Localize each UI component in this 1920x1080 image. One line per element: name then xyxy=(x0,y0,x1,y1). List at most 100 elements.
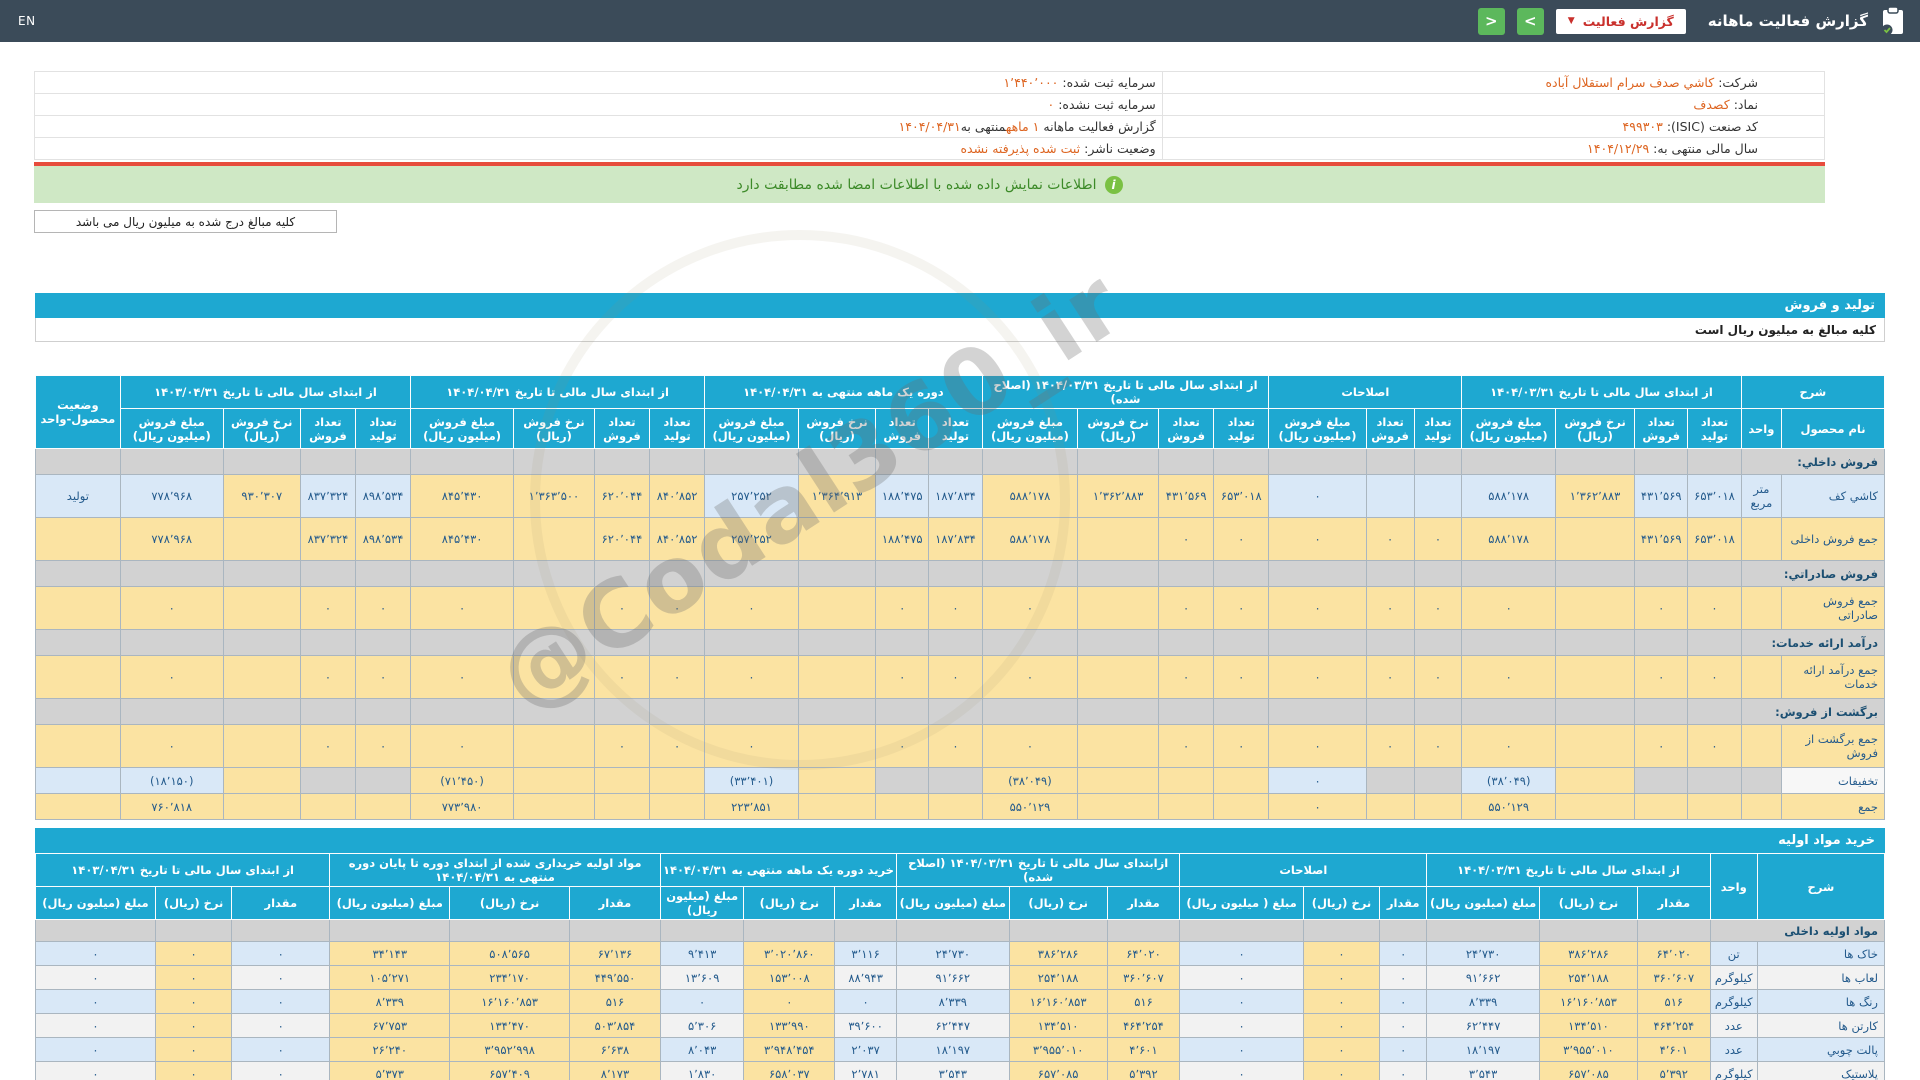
empty-cell xyxy=(1379,919,1428,942)
empty-cell xyxy=(1365,448,1415,475)
column-header: تعداد تولید xyxy=(649,408,706,449)
empty-cell xyxy=(704,448,799,475)
next-report-button[interactable]: > xyxy=(1516,7,1544,35)
company-label: شرکت: xyxy=(1718,75,1758,90)
empty-cell xyxy=(1634,448,1689,475)
empty-cell xyxy=(1365,698,1415,725)
section-header-production-sales: تولید و فروش xyxy=(35,293,1885,318)
value-cell xyxy=(222,655,301,699)
value-cell: ۱۰۵٬۲۷۱ xyxy=(329,965,451,990)
value-cell: ۷۷۸٬۹۶۸ xyxy=(119,474,224,518)
empty-cell xyxy=(1687,629,1742,656)
empty-cell xyxy=(834,919,897,942)
value-cell xyxy=(1634,767,1689,794)
amounts-note-text: کلیه مبالغ به میلیون ریال است xyxy=(1694,322,1876,337)
value-cell: ۵۱۶ xyxy=(1106,989,1181,1014)
value-cell: ۱۸٬۱۹۷ xyxy=(1426,1037,1540,1062)
unregistered-capital-label: سرمایه ثبت نشده: xyxy=(1058,97,1156,112)
value-cell: ۰ xyxy=(154,989,233,1014)
empty-cell xyxy=(797,560,877,587)
column-group-header: از ابتدای سال مالی تا تاریخ ۱۴۰۳/۰۴/۳۱ xyxy=(119,375,412,409)
value-cell: ۰ xyxy=(35,1037,156,1062)
column-group-header: اصلاحات xyxy=(1268,375,1463,409)
table-row: برگشت از فروش: xyxy=(35,698,1886,725)
value-cell: ۰ xyxy=(1302,989,1381,1014)
value-cell: ۰ xyxy=(154,941,233,966)
value-cell: ۰ xyxy=(1365,724,1415,768)
value-cell: ۵۸۸٬۱۷۸ xyxy=(981,517,1079,561)
empty-cell xyxy=(222,448,301,475)
empty-cell xyxy=(1634,629,1689,656)
column-header: نرخ (ریال) xyxy=(449,886,571,920)
value-cell: ۰ xyxy=(35,1013,156,1038)
empty-cell xyxy=(1106,919,1181,942)
info-icon: i xyxy=(1104,175,1123,194)
value-cell: ۶۵۳٬۰۱۸ xyxy=(1213,474,1270,518)
table-row: درآمد ارائه خدمات: xyxy=(35,629,1886,656)
column-group-header: از ابتدای سال مالی تا تاریخ ۱۴۰۴/۰۴/۳۱ xyxy=(410,375,706,409)
empty-cell xyxy=(513,448,595,475)
value-cell: ۳٬۵۴۳ xyxy=(1426,1061,1540,1080)
value-cell: ۰ xyxy=(704,586,799,630)
value-cell xyxy=(1413,767,1463,794)
amounts-unit-button[interactable]: کلیه مبالغ درج شده به میلیون ریال می باش… xyxy=(34,210,337,233)
value-cell: ۴٬۶۰۱ xyxy=(1637,1037,1711,1062)
empty-cell xyxy=(1461,698,1557,725)
column-group-header: واحد xyxy=(1709,853,1758,920)
column-header: تعداد فروش xyxy=(299,408,356,449)
section-row-label: برگشت از فروش: xyxy=(1740,698,1886,725)
report-type-dropdown[interactable]: گزارش فعالیت ▼ xyxy=(1555,8,1686,34)
value-cell: ۱٬۳۶۳٬۵۰۰ xyxy=(513,474,595,518)
empty-cell xyxy=(1077,560,1160,587)
column-header: نرخ (ریال) xyxy=(743,886,836,920)
value-cell xyxy=(1077,655,1160,699)
isic-value: ۴۹۹۳۰۳ xyxy=(1622,119,1663,134)
value-cell xyxy=(1555,724,1636,768)
value-cell: ۳۸۶٬۲۸۶ xyxy=(1538,941,1639,966)
empty-cell xyxy=(1365,560,1415,587)
value-cell: ۴۳۱٬۵۶۹ xyxy=(1634,517,1689,561)
empty-cell xyxy=(354,560,412,587)
column-header: مقدار xyxy=(1379,886,1428,920)
empty-cell xyxy=(1461,560,1557,587)
value-cell xyxy=(928,767,983,794)
value-cell: ۰ xyxy=(1179,965,1304,990)
prev-report-button[interactable]: < xyxy=(1477,7,1505,35)
value-cell: ۶۵۸٬۰۳۷ xyxy=(743,1061,836,1080)
table-row: کد صنعت (ISIC): ۴۹۹۳۰۳ گزارش فعالیت ماها… xyxy=(34,115,1826,138)
value-cell xyxy=(1158,767,1215,794)
value-cell: ۲۳۴٬۱۷۰ xyxy=(449,965,571,990)
value-cell: ۳٬۹۵۵٬۰۱۰ xyxy=(1008,1037,1108,1062)
status-cell xyxy=(35,517,121,561)
empty-cell xyxy=(1158,560,1215,587)
value-cell: ۱۵۳٬۰۰۸ xyxy=(743,965,836,990)
empty-cell xyxy=(354,448,412,475)
value-cell: ۰ xyxy=(1379,941,1428,966)
company-value: کاشي صدف سرام استقلال آباده xyxy=(1545,75,1715,90)
report-period-duration: ۱ ماهه xyxy=(1005,119,1040,134)
value-cell: ۲۴٬۷۳۰ xyxy=(895,941,1010,966)
empty-cell xyxy=(593,629,651,656)
column-header: نرخ فروش (ریال) xyxy=(797,408,877,449)
value-cell: ۳۶۰٬۶۰۷ xyxy=(1106,965,1181,990)
empty-cell xyxy=(928,698,983,725)
column-header: مبلغ فروش (میلیون ریال) xyxy=(704,408,799,449)
value-cell: ۰ xyxy=(35,965,156,990)
value-cell: ۱۳۴٬۵۱۰ xyxy=(1538,1013,1639,1038)
empty-cell xyxy=(1213,560,1270,587)
company-info-table: شرکت: کاشي صدف سرام استقلال آباده سرمایه… xyxy=(34,71,1826,160)
value-cell: ۱۸۸٬۴۷۵ xyxy=(875,474,930,518)
value-cell: ۰ xyxy=(1268,655,1367,699)
value-cell: ۰ xyxy=(928,655,983,699)
column-group-header: ازابتدای سال مالی تا تاریخ ۱۴۰۴/۰۳/۳۱ (ا… xyxy=(895,853,1181,887)
unregistered-capital-value: ۰ xyxy=(1047,97,1055,112)
value-cell: ۰ xyxy=(981,586,1079,630)
symbol-cell: نماد: کصدف xyxy=(1161,93,1826,116)
value-cell: ۰ xyxy=(1379,989,1428,1014)
table-row: جمع فروش صادراتی ۰ ۰ ۰ ۰ ۰ ۰ ۰ ۰ ۰ ۰ ۰ ۰ ۰ ۰ ۰ ۰ ۰ ۰ xyxy=(35,586,1885,630)
value-cell: ۵۸۸٬۱۷۸ xyxy=(1461,474,1557,518)
language-toggle[interactable]: EN xyxy=(18,14,36,28)
value-cell: ۰ xyxy=(875,586,930,630)
value-cell xyxy=(1077,586,1160,630)
value-cell: ۲۵۷٬۲۵۲ xyxy=(704,517,799,561)
